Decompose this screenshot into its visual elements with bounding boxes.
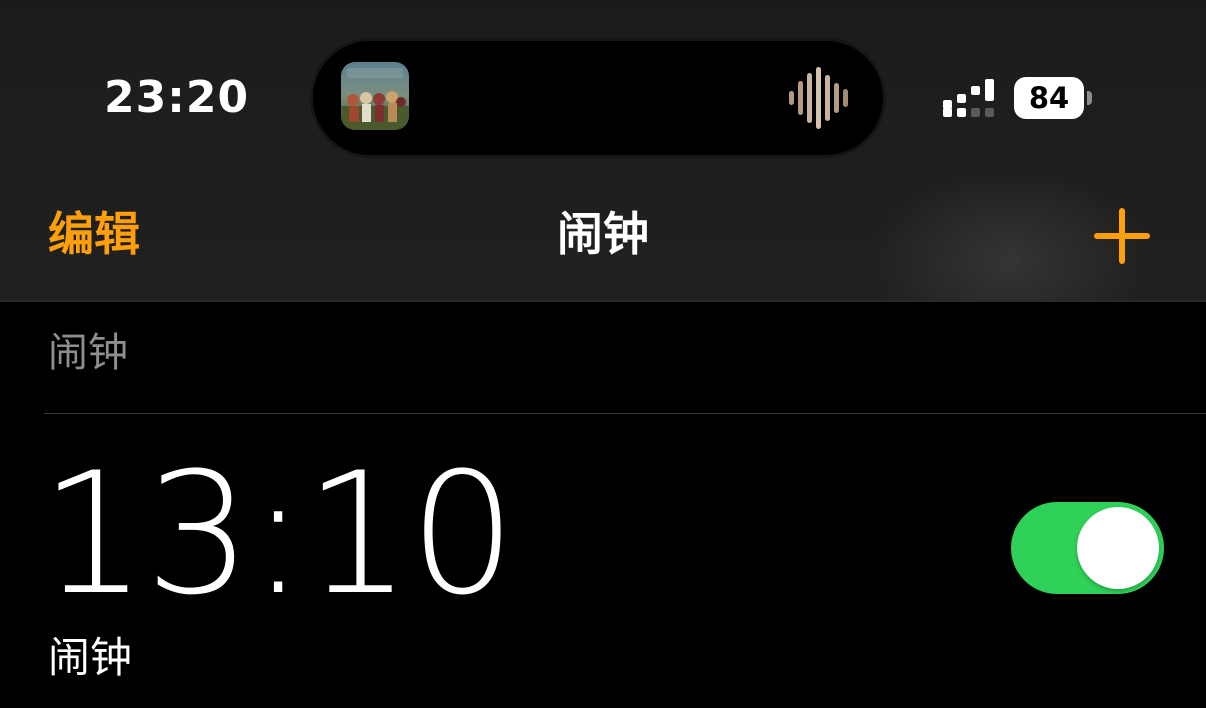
nav-title: 闹钟: [557, 207, 649, 261]
battery-body: 84: [1014, 77, 1084, 119]
battery-nub: [1087, 91, 1092, 105]
toggle-knob: [1077, 507, 1159, 589]
section-divider: [44, 413, 1206, 414]
alarm-time: 13:10: [40, 436, 516, 632]
alarm-toggle[interactable]: [1011, 502, 1164, 594]
audio-waveform-icon: [787, 67, 853, 129]
battery-level: 84: [1028, 81, 1070, 115]
header-divider: [0, 300, 1206, 302]
status-time: 23:20: [104, 72, 250, 123]
section-header: 闹钟: [48, 330, 128, 376]
add-alarm-button[interactable]: [1094, 208, 1150, 264]
dynamic-island[interactable]: [313, 41, 883, 155]
alarm-label: 闹钟: [48, 633, 133, 682]
battery-icon: 84: [1014, 77, 1092, 119]
cellular-signal-icon: [943, 78, 999, 118]
album-art-icon[interactable]: [341, 62, 409, 130]
plus-icon: [1094, 208, 1150, 264]
edit-button[interactable]: 编辑: [48, 206, 140, 262]
clock-alarm-screen: 23:20 84 闹钟 编辑 闹钟 13:10 闹钟: [0, 0, 1206, 708]
